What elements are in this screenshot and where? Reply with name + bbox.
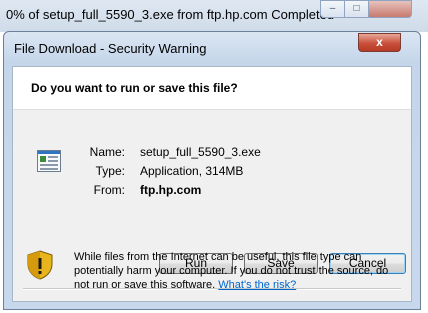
security-shield-icon	[27, 250, 53, 280]
whats-the-risk-link[interactable]: What's the risk?	[218, 279, 296, 291]
background-title-bar: 0% of setup_full_5590_3.exe from ftp.hp.…	[0, 0, 428, 32]
type-label: Type:	[95, 164, 125, 178]
file-source-value: ftp.hp.com	[140, 183, 202, 197]
name-label: Name:	[89, 145, 125, 159]
background-close-button[interactable]	[368, 0, 412, 18]
question-header: Do you want to run or save this file?	[13, 67, 411, 110]
from-label: From:	[93, 183, 125, 197]
maximize-button[interactable]: □	[344, 0, 369, 18]
security-warning-message: While files from the Internet can be use…	[74, 250, 398, 292]
background-window-title: 0% of setup_full_5590_3.exe from ftp.hp.…	[6, 7, 335, 22]
dialog-title: File Download - Security Warning	[14, 41, 207, 56]
file-type-value: Application, 314MB	[140, 164, 244, 178]
file-name-value: setup_full_5590_3.exe	[140, 145, 261, 159]
minimize-button[interactable]: –	[320, 0, 345, 18]
dialog-question: Do you want to run or save this file?	[31, 81, 238, 95]
application-file-icon	[37, 150, 61, 172]
close-icon: x	[376, 35, 383, 49]
dialog-close-button[interactable]: x	[358, 33, 401, 52]
